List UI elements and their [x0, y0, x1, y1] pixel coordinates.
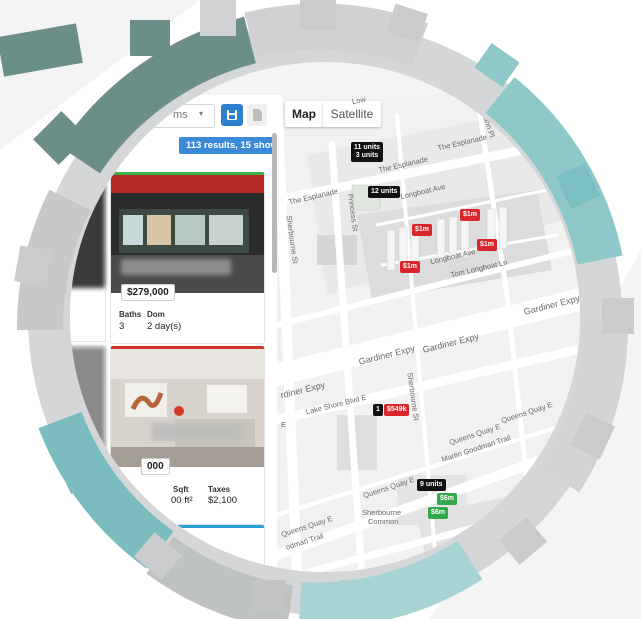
listing-photo: [111, 175, 264, 293]
stat-value-dom: 2 day(s): [147, 321, 182, 332]
listing-photo: [111, 349, 264, 467]
export-button[interactable]: [247, 104, 267, 126]
listing-price: 000: [141, 458, 170, 475]
map-marker-price[interactable]: $6m: [428, 507, 449, 519]
tab-map[interactable]: Map: [285, 101, 323, 127]
save-button[interactable]: [221, 104, 243, 126]
street-label: Sq: [505, 130, 515, 139]
sort-select[interactable]: ms ▾: [118, 104, 215, 128]
map-marker-cluster[interactable]: 12 units: [368, 186, 401, 198]
listing-card-partial[interactable]: [70, 346, 106, 523]
stat-label-baths: Baths: [119, 310, 142, 319]
map-marker-price[interactable]: $6m: [437, 493, 458, 505]
listing-card-partial[interactable]: [70, 172, 106, 342]
screenshot-stage: ms ▾ 113 results, 15 shown $279,000 Bath…: [0, 0, 641, 619]
stat-value-baths: 3: [119, 321, 125, 332]
park-label: Sherbourne: [362, 508, 402, 517]
viewport-circle: ms ▾ 113 results, 15 shown $279,000 Bath…: [70, 62, 580, 572]
listing-card[interactable]: 000 Sqft 00 ft² Taxes $2,100: [110, 346, 265, 525]
listing-card[interactable]: [110, 525, 265, 569]
map-marker-price[interactable]: $549k: [384, 404, 410, 416]
sort-select-label: ms: [173, 109, 188, 121]
map-marker-cluster[interactable]: 11 units 3 units: [351, 142, 384, 162]
map-streets: [277, 95, 580, 572]
chevron-down-icon: ▾: [199, 109, 204, 118]
listing-price: $279,000: [121, 284, 175, 301]
listing-photo: [70, 173, 105, 288]
stat-label-taxes: Taxes: [208, 485, 231, 494]
map-marker-price[interactable]: $1m: [460, 209, 481, 221]
stat-value-sqft: 00 ft²: [171, 495, 193, 506]
map-view[interactable]: [277, 95, 580, 572]
map-marker-cluster[interactable]: 9 units: [417, 479, 446, 491]
listing-card[interactable]: $279,000 Baths 3 Dom 2 day(s): [110, 172, 265, 344]
listing-photo: [70, 347, 105, 465]
stat-label-dom: Dom: [147, 310, 165, 319]
street-label: E: [281, 420, 287, 429]
save-icon: [227, 110, 237, 120]
marker-label: 11 units: [354, 144, 381, 151]
map-marker-price[interactable]: $1m: [412, 224, 433, 236]
stat-label-sqft: Sqft: [173, 485, 189, 494]
park-label: Common: [368, 517, 399, 526]
document-icon: [253, 109, 262, 121]
app-view: ms ▾ 113 results, 15 shown $279,000 Bath…: [70, 62, 580, 572]
map-marker-price[interactable]: $1m: [400, 261, 421, 273]
map-marker-price[interactable]: $1m: [477, 239, 498, 251]
marker-label: 3 units: [355, 152, 379, 159]
stat-value-taxes: $2,100: [208, 495, 238, 506]
map-marker-cluster[interactable]: 1: [373, 404, 383, 416]
